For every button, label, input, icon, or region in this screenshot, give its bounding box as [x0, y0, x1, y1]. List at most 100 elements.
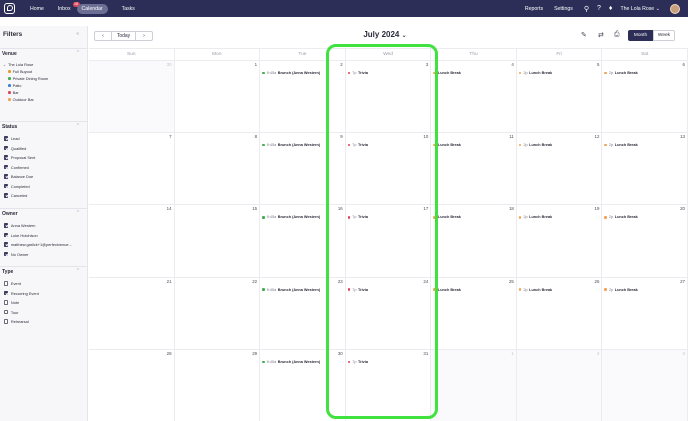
checkbox[interactable]	[4, 193, 9, 198]
checkbox[interactable]	[4, 136, 9, 141]
day-cell[interactable]: 5 2p Lunch Break	[516, 60, 603, 133]
type-checkbox[interactable]: Event	[4, 281, 21, 286]
checkbox[interactable]	[4, 251, 9, 257]
day-cell[interactable]: 1	[174, 60, 261, 133]
calendar-event[interactable]: 9:45a Brunch (Anna Western)	[262, 143, 320, 147]
day-cell[interactable]: 26 2p Lunch Break	[516, 276, 603, 349]
day-cell[interactable]: 27 2p Lunch Break	[602, 276, 688, 349]
venue-parent[interactable]: ⌄ The Lola Rose	[3, 62, 33, 67]
sync-icon[interactable]: ⇄	[598, 31, 604, 39]
day-cell[interactable]: 14	[89, 204, 175, 277]
type-checkbox[interactable]: Recurring Event	[4, 291, 39, 296]
checkbox[interactable]	[4, 242, 9, 247]
nav-reports[interactable]: Reports	[525, 6, 543, 12]
edit-icon[interactable]: ✎	[581, 31, 587, 39]
month-view-button[interactable]: Month	[628, 30, 653, 41]
week-view-button[interactable]: Week	[653, 30, 675, 41]
nav-tasks[interactable]: Tasks	[122, 6, 135, 12]
venue-item[interactable]: Outdoor Bar	[8, 97, 34, 102]
chevron-up-icon[interactable]: ⌃	[76, 268, 80, 274]
status-checkbox[interactable]: Balance Due	[4, 174, 33, 179]
day-cell[interactable]: 6 2p Lunch Break	[602, 60, 688, 133]
status-checkbox[interactable]: Completed	[4, 184, 30, 189]
calendar-event[interactable]: 7p Trivia	[347, 288, 368, 292]
day-cell[interactable]: 19 2p Lunch Break	[516, 204, 603, 277]
venue-heading[interactable]: Venue	[2, 51, 17, 57]
day-cell[interactable]: 13 2p Lunch Break	[602, 132, 688, 205]
prev-month-button[interactable]: ‹	[94, 31, 112, 41]
day-cell[interactable]: 3	[602, 348, 688, 421]
calendar-event[interactable]: 7p Trivia	[347, 215, 368, 219]
calendar-event[interactable]: 7p Trivia	[347, 143, 368, 147]
app-logo[interactable]	[4, 3, 15, 14]
day-cell[interactable]: 1	[431, 348, 517, 421]
calendar-event[interactable]: 2p Lunch Break	[518, 215, 552, 219]
calendar-event[interactable]: 7p Trivia	[347, 71, 368, 75]
day-cell[interactable]: 30 9:45a Brunch (Anna Western)	[260, 348, 346, 421]
day-cell[interactable]: 24 7p Trivia	[345, 276, 432, 349]
venue-item[interactable]: Full Buyout	[8, 69, 32, 74]
day-cell[interactable]: 2 9:45a Brunch (Anna Western)	[260, 60, 346, 133]
venue-item[interactable]: Bar	[8, 90, 19, 95]
type-checkbox[interactable]: Tour	[4, 310, 18, 315]
nav-home[interactable]: Home	[30, 6, 44, 12]
day-cell[interactable]: 22	[174, 276, 261, 349]
day-cell[interactable]: 2	[516, 348, 603, 421]
status-checkbox[interactable]: Canceled	[4, 193, 27, 198]
today-button[interactable]: Today	[111, 31, 136, 41]
calendar-event[interactable]: 2p Lunch Break	[604, 143, 638, 147]
chevron-up-icon[interactable]: ⌃	[76, 210, 80, 216]
calendar-event[interactable]: Lunch Break	[433, 215, 461, 219]
owner-heading[interactable]: Owner	[2, 211, 18, 217]
day-cell[interactable]: 9 9:45a Brunch (Anna Western)	[260, 132, 346, 205]
calendar-event[interactable]: 9:45a Brunch (Anna Western)	[262, 71, 320, 75]
nav-settings[interactable]: Settings	[554, 6, 573, 12]
day-cell[interactable]: 21	[89, 276, 175, 349]
checkbox[interactable]	[4, 309, 9, 315]
day-cell[interactable]: 18 Lunch Break	[431, 204, 517, 277]
day-cell[interactable]: 10 7p Trivia	[345, 132, 432, 205]
checkbox[interactable]	[4, 281, 9, 286]
calendar-event[interactable]: 2p Lunch Break	[604, 71, 638, 75]
day-cell[interactable]: 4 Lunch Break	[431, 60, 517, 133]
venue-item[interactable]: Patio	[8, 83, 21, 88]
day-cell[interactable]: 15	[174, 204, 261, 277]
calendar-event[interactable]: Lunch Break	[433, 288, 461, 292]
next-month-button[interactable]: ›	[135, 31, 153, 41]
status-heading[interactable]: Status	[2, 124, 17, 130]
calendar-event[interactable]: 2p Lunch Break	[518, 143, 552, 147]
day-cell[interactable]: 16 9:45a Brunch (Anna Western)	[260, 204, 346, 277]
day-cell[interactable]: 8	[174, 132, 261, 205]
status-checkbox[interactable]: Proposal Sent	[4, 155, 35, 160]
calendar-event[interactable]: 2p Lunch Break	[604, 215, 638, 219]
month-title[interactable]: July 2024 ⌄	[340, 30, 430, 39]
day-cell[interactable]: 28	[89, 348, 175, 421]
nav-calendar[interactable]: Calendar	[76, 3, 108, 14]
chevron-up-icon[interactable]: ⌃	[76, 123, 80, 129]
search-icon[interactable]: ⚲	[584, 5, 589, 13]
calendar-event[interactable]: 9:45a Brunch (Anna Western)	[262, 360, 320, 364]
owner-checkbox[interactable]: matthew.garlick+1@perfectvenue...	[4, 242, 72, 247]
type-heading[interactable]: Type	[2, 269, 13, 275]
chevron-up-icon[interactable]: ⌃	[76, 50, 80, 56]
checkbox[interactable]	[4, 174, 9, 179]
checkbox[interactable]	[4, 290, 9, 296]
status-checkbox[interactable]: Qualified	[4, 146, 26, 151]
avatar[interactable]	[670, 3, 680, 14]
type-checkbox[interactable]: Note	[4, 300, 19, 305]
owner-checkbox[interactable]: Luke Hutchison	[4, 233, 38, 238]
checkbox[interactable]	[4, 319, 9, 324]
help-icon[interactable]: ?	[597, 5, 601, 12]
day-cell[interactable]: 12 2p Lunch Break	[516, 132, 603, 205]
venue-selector[interactable]: The Lola Rose ⌄	[620, 6, 660, 12]
owner-checkbox[interactable]: Anna Western	[4, 223, 35, 228]
calendar-event[interactable]: 2p Lunch Break	[604, 288, 638, 292]
checkbox[interactable]	[4, 155, 9, 160]
status-checkbox[interactable]: Lead	[4, 136, 20, 141]
checkbox[interactable]	[4, 300, 9, 305]
day-cell[interactable]: 25 Lunch Break	[431, 276, 517, 349]
day-cell[interactable]: 29	[174, 348, 261, 421]
collapse-sidebar-icon[interactable]: «	[76, 31, 79, 37]
checkbox[interactable]	[4, 145, 9, 151]
print-icon[interactable]: ⎙	[614, 31, 620, 39]
